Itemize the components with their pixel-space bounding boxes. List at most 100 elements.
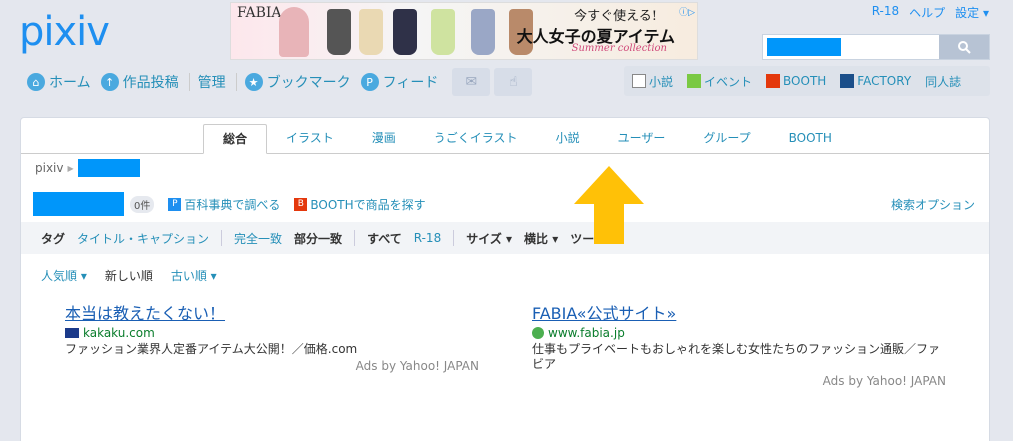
service-event[interactable]: イベント [687, 73, 752, 90]
adchoices-icon[interactable]: ⓘ▷ [679, 5, 695, 18]
ad-url-text: kakaku.com [83, 326, 155, 340]
settings-link[interactable]: 設定 ▾ [955, 4, 989, 21]
nav-manage[interactable]: 管理 [198, 72, 226, 92]
home-icon: ⌂ [27, 73, 45, 91]
nav-home[interactable]: ⌂ ホーム [27, 72, 91, 92]
ad-banner[interactable]: FABIA 今すぐ使える! 大人女子の夏アイテム Summer collecti… [230, 2, 698, 60]
sort-oldest[interactable]: 古い順 ▾ [171, 267, 217, 284]
nav-bookmark[interactable]: ★ ブックマーク [244, 72, 351, 92]
nav-bookmark-label: ブックマーク [266, 75, 351, 91]
search-icon [958, 41, 971, 54]
banner-model-image [279, 7, 309, 57]
search-results-panel: 総合 イラスト 漫画 うごくイラスト 小説 ユーザー グループ BOOTH pi… [20, 117, 990, 441]
help-link[interactable]: ヘルプ [909, 4, 945, 21]
ad-attribution[interactable]: Ads by Yahoo! JAPAN [532, 374, 946, 388]
tab-ugoira[interactable]: うごくイラスト [415, 124, 537, 154]
tab-novel[interactable]: 小説 [537, 124, 599, 154]
search-button[interactable] [939, 35, 989, 59]
service-bar: 小説 イベント BOOTH FACTORY 同人誌 [624, 66, 990, 96]
ad-url: www.fabia.jp [532, 326, 946, 340]
ad-attribution[interactable]: Ads by Yahoo! JAPAN [65, 359, 479, 373]
filter-title-caption[interactable]: タイトル・キャプション [77, 230, 209, 247]
booth-search-label: BOOTHで商品を探す [310, 197, 426, 212]
ad-title[interactable]: 本当は教えたくない！ [65, 300, 479, 324]
filter-ratio[interactable]: 横比 ▾ [524, 230, 558, 247]
banner-dress-image [359, 9, 383, 55]
filter-divider [354, 230, 356, 246]
mail-icon: ✉ [465, 74, 478, 90]
filter-all[interactable]: すべて [367, 230, 402, 247]
service-booth[interactable]: BOOTH [766, 74, 826, 88]
nav-upload-label: 作品投稿 [122, 75, 179, 91]
search-query-title [33, 192, 124, 216]
service-doujinshi[interactable]: 同人誌 [925, 73, 961, 90]
nav-divider [188, 73, 190, 91]
top-links: R-18 ヘルプ 設定 ▾ [872, 4, 989, 21]
banner-dress-image [431, 9, 455, 55]
ad-item[interactable]: FABIA«公式サイト» www.fabia.jp 仕事もプライベートもおしゃれ… [532, 300, 946, 388]
pixiv-logo[interactable]: pixiv [19, 10, 110, 54]
breadcrumb-arrow-icon: ▶ [67, 163, 74, 173]
filter-bar: タグ タイトル・キャプション 完全一致 部分一致 すべて R-18 サイズ ▾ … [21, 222, 989, 254]
tab-illust[interactable]: イラスト [267, 124, 353, 154]
notifications-button[interactable]: ☝ [494, 68, 533, 96]
r18-link[interactable]: R-18 [872, 4, 899, 21]
ad-item[interactable]: 本当は教えたくない！ kakaku.com ファッション業界人定番アイテム大公開… [65, 300, 479, 373]
nav-home-label: ホーム [49, 75, 91, 91]
flag-icon [687, 74, 702, 88]
hand-icon: ☝ [509, 74, 518, 90]
ad-description: ファッション業界人定番アイテム大公開！／価格.com [65, 342, 358, 356]
filter-partial[interactable]: 部分一致 [294, 230, 342, 247]
filter-divider [453, 230, 455, 246]
banner-brand: FABIA [237, 5, 282, 21]
filter-size[interactable]: サイズ ▾ [466, 230, 512, 247]
filter-exact[interactable]: 完全一致 [234, 230, 282, 247]
nav-feed[interactable]: P フィード [360, 72, 438, 92]
novel-icon [632, 74, 646, 88]
ad-url: kakaku.com [65, 326, 479, 340]
service-factory[interactable]: FACTORY [840, 74, 911, 88]
encyclopedia-icon: P [168, 197, 182, 211]
ad-url-text: www.fabia.jp [548, 326, 625, 340]
messages-button[interactable]: ✉ [452, 68, 491, 96]
search-box [762, 34, 990, 60]
service-factory-label: FACTORY [857, 74, 912, 88]
tab-user[interactable]: ユーザー [599, 124, 685, 154]
sort-newest[interactable]: 新しい順 [105, 267, 153, 284]
service-novel-label: 小説 [649, 74, 674, 89]
nav-upload[interactable]: ↑ 作品投稿 [100, 72, 179, 92]
banner-copy-3: Summer collection [571, 43, 667, 54]
factory-icon [840, 74, 855, 88]
search-options-link[interactable]: 検索オプション [891, 196, 975, 213]
kakaku-favicon-icon [65, 328, 79, 338]
breadcrumb-query [77, 159, 140, 177]
ad-title[interactable]: FABIA«公式サイト» [532, 300, 946, 324]
booth-icon [766, 74, 781, 88]
breadcrumb: pixiv ▶ [35, 159, 140, 177]
nav-divider [235, 73, 237, 91]
feed-icon: P [360, 73, 379, 91]
filter-tag[interactable]: タグ [41, 230, 65, 247]
encyclopedia-label: 百科事典で調べる [184, 197, 281, 212]
tab-group[interactable]: グループ [684, 124, 769, 154]
ad-description: 仕事もプライベートもおしゃれを楽しむ女性たちのファッション通販／ファビア [532, 342, 941, 371]
nav-manage-label: 管理 [197, 75, 226, 91]
sort-popular[interactable]: 人気順 ▾ [41, 267, 87, 284]
service-event-label: イベント [704, 74, 753, 89]
star-icon: ★ [244, 73, 263, 91]
breadcrumb-root[interactable]: pixiv [35, 161, 64, 175]
upload-icon: ↑ [100, 73, 119, 91]
tab-all[interactable]: 総合 [203, 124, 268, 154]
tab-manga[interactable]: 漫画 [353, 124, 415, 154]
up-arrow-icon [574, 166, 644, 244]
service-booth-label: BOOTH [783, 74, 827, 88]
service-novel[interactable]: 小説 [632, 73, 673, 90]
tab-booth[interactable]: BOOTH [770, 124, 851, 154]
search-input[interactable] [767, 38, 841, 56]
category-tabs: 総合 イラスト 漫画 うごくイラスト 小説 ユーザー グループ BOOTH [203, 124, 851, 154]
booth-search-link[interactable]: B BOOTHで商品を探す [294, 196, 426, 213]
filter-r18[interactable]: R-18 [414, 231, 441, 245]
globe-icon [532, 327, 544, 339]
encyclopedia-link[interactable]: P 百科事典で調べる [168, 196, 280, 213]
banner-dress-image [471, 9, 495, 55]
